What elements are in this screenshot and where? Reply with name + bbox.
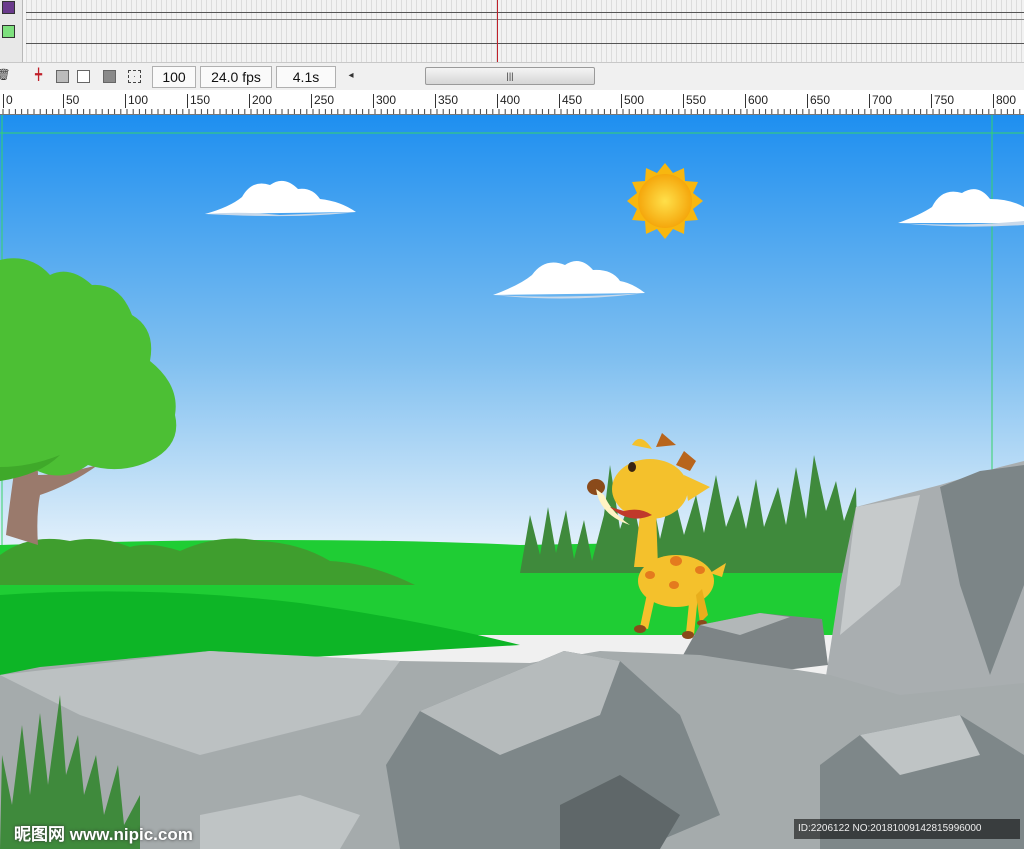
center-frame-icon[interactable]: ┿: [31, 68, 46, 83]
timeline-controls: 🗑 ┿ · 100 24.0 fps 4.1s ◂ |||: [0, 62, 1024, 91]
ruler-tick-label: 700: [869, 94, 892, 108]
ruler-tick-label: 650: [807, 94, 830, 108]
edit-multiple-frames-icon[interactable]: [103, 70, 116, 83]
current-frame-field[interactable]: 100: [152, 66, 196, 88]
ruler-tick-label: 500: [621, 94, 644, 108]
layer-color-swatch-1[interactable]: [2, 1, 15, 14]
frame-rate-field[interactable]: 24.0 fps: [200, 66, 272, 88]
stage-ruler: 0 50 100 150 200 250 300 350 400 450 500…: [0, 90, 1024, 115]
layer-color-swatch-2[interactable]: [2, 25, 15, 38]
layer-list: [0, 0, 23, 62]
stage-canvas[interactable]: [0, 115, 1024, 849]
ruler-tick-label: 100: [125, 94, 148, 108]
watermark-site: 昵图网 www.nipic.com: [14, 825, 193, 844]
trash-icon[interactable]: 🗑: [0, 68, 11, 83]
ruler-tick-label: 800: [993, 94, 1016, 108]
ruler-tick-label: 400: [497, 94, 520, 108]
watermark-id: ID:2206122 NO:20181009142815996000: [794, 819, 1020, 839]
modify-markers-icon[interactable]: ·: [128, 70, 141, 83]
frame-row-divider: [26, 19, 1024, 20]
ruler-tick-label: 250: [311, 94, 334, 108]
frame-row-divider: [26, 43, 1024, 44]
ruler-tick-label: 0: [3, 94, 13, 108]
sky: [0, 115, 1024, 555]
ruler-tick-label: 150: [187, 94, 210, 108]
frame-row-divider: [26, 12, 1024, 13]
frame-grid[interactable]: [26, 0, 1024, 62]
ruler-tick-label: 350: [435, 94, 458, 108]
ruler-tick-label: 750: [931, 94, 954, 108]
playhead[interactable]: [497, 0, 498, 63]
elapsed-time-field: 4.1s: [276, 66, 336, 88]
ruler-tick-label: 200: [249, 94, 272, 108]
timeline-panel: 🗑 ┿ · 100 24.0 fps 4.1s ◂ |||: [0, 0, 1024, 91]
ruler-tick-label: 50: [63, 94, 79, 108]
onion-skin-icon[interactable]: [56, 70, 69, 83]
scroll-left-arrow-icon[interactable]: ◂: [345, 68, 357, 84]
ruler-tick-label: 300: [373, 94, 396, 108]
onion-skin-outline-icon[interactable]: [77, 70, 90, 83]
scene-artwork: [0, 115, 1024, 849]
ruler-tick-label: 450: [559, 94, 582, 108]
ruler-tick-label: 550: [683, 94, 706, 108]
ruler-tick-label: 600: [745, 94, 768, 108]
horizontal-scrollbar-thumb[interactable]: |||: [425, 67, 595, 85]
